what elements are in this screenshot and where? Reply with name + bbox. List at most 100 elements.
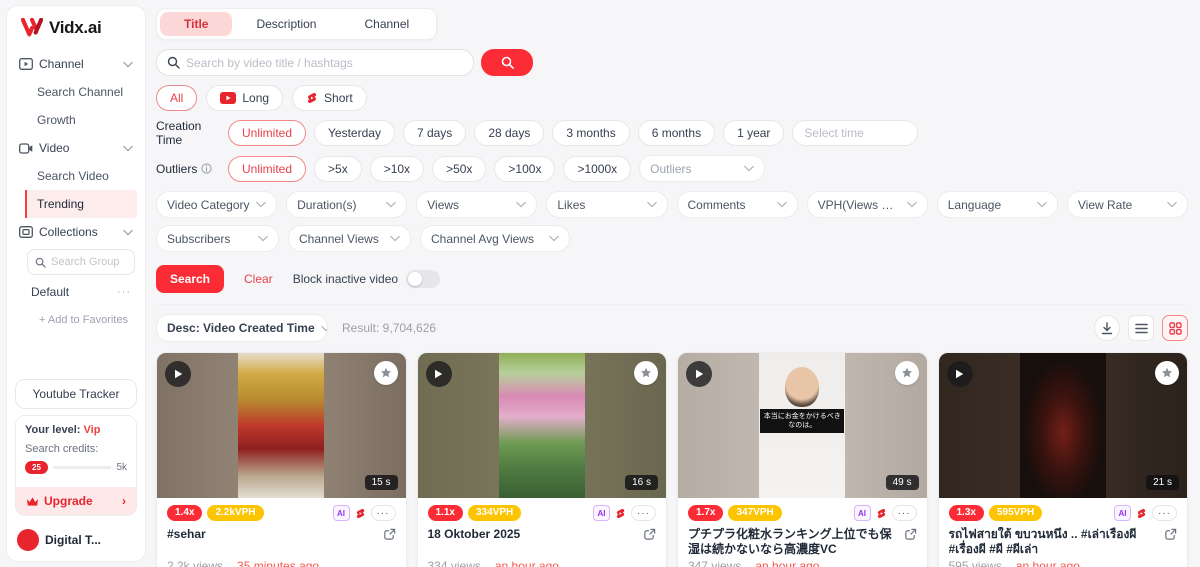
outliers-5x[interactable]: >5x xyxy=(314,155,362,182)
more-icon[interactable]: ··· xyxy=(117,286,131,298)
outliers-unlimited[interactable]: Unlimited xyxy=(228,155,307,182)
more-menu-button[interactable]: ··· xyxy=(1152,505,1177,521)
video-thumbnail[interactable]: 本当にお金をかけるべき なのは。 49 s xyxy=(678,353,927,498)
duration-badge: 21 s xyxy=(1146,475,1179,490)
ai-badge[interactable]: AI xyxy=(853,505,871,521)
sidebar-section-channel[interactable]: Channel xyxy=(15,50,137,78)
creation-time-label: Creation Time xyxy=(156,119,202,147)
outliers-1000x[interactable]: >1000x xyxy=(563,155,632,182)
chevron-down-icon xyxy=(256,201,266,208)
add-to-favorites-button[interactable]: + Add to Favorites xyxy=(25,306,137,326)
creation-time-6months[interactable]: 6 months xyxy=(637,120,716,146)
info-icon[interactable] xyxy=(201,163,212,174)
filter-type-short[interactable]: Short xyxy=(292,85,367,111)
play-button[interactable] xyxy=(165,361,191,387)
filter-views[interactable]: Views xyxy=(416,191,538,218)
chevron-down-icon xyxy=(906,201,917,208)
block-inactive-toggle[interactable] xyxy=(406,270,441,288)
creation-time-yesterday[interactable]: Yesterday xyxy=(314,120,395,146)
video-thumbnail[interactable]: 15 s xyxy=(157,353,406,498)
more-menu-button[interactable]: ··· xyxy=(631,505,656,521)
favorite-star-button[interactable] xyxy=(373,361,398,385)
search-button[interactable]: Search xyxy=(156,265,224,293)
filter-likes[interactable]: Likes xyxy=(546,191,668,218)
account-row[interactable]: Digital T... xyxy=(7,522,145,561)
filter-type-long[interactable]: Long xyxy=(206,85,284,111)
more-menu-button[interactable]: ··· xyxy=(891,505,917,521)
sidebar-item-growth[interactable]: Growth xyxy=(25,106,137,134)
chevron-down-icon xyxy=(386,201,397,208)
tab-channel[interactable]: Channel xyxy=(340,12,433,36)
tab-description[interactable]: Description xyxy=(232,12,340,36)
clear-button[interactable]: Clear xyxy=(244,272,273,286)
external-link-icon[interactable] xyxy=(1164,528,1177,557)
filter-comments[interactable]: Comments xyxy=(676,191,798,218)
search-input[interactable] xyxy=(186,55,463,70)
credits-total: 5k xyxy=(116,462,127,473)
outlier-multiplier-badge: 1.4x xyxy=(167,505,203,521)
view-count: 2.2k views xyxy=(167,559,224,567)
external-link-icon[interactable] xyxy=(643,528,656,557)
select-time-input[interactable] xyxy=(792,120,919,146)
play-button[interactable] xyxy=(946,361,973,387)
creation-time-28days[interactable]: 28 days xyxy=(474,120,545,146)
outlier-multiplier-badge: 1.1x xyxy=(427,505,463,521)
search-group-input[interactable] xyxy=(51,256,131,268)
favorite-star-button[interactable] xyxy=(894,361,919,385)
search-submit-button[interactable] xyxy=(481,49,533,76)
video-title[interactable]: プチプラ化粧水ランキング上位でも保湿は続かないなら高濃度VC xyxy=(688,527,898,557)
filter-channel-avg-views[interactable]: Channel Avg Views xyxy=(420,225,570,252)
filter-duration[interactable]: Duration(s) xyxy=(286,191,408,218)
video-title[interactable]: รถไฟสายใต้ ขบวนหนึ่ง .. #เล่าเรื่องผี #เ… xyxy=(949,527,1159,557)
search-icon xyxy=(35,257,46,268)
video-thumbnail[interactable]: 16 s xyxy=(417,353,666,498)
ai-badge[interactable]: AI xyxy=(1114,505,1131,521)
filter-view-rate[interactable]: View Rate xyxy=(1066,191,1188,218)
video-thumbnail[interactable]: 21 s xyxy=(938,353,1187,498)
creation-time-7days[interactable]: 7 days xyxy=(402,120,467,146)
play-button[interactable] xyxy=(686,361,712,387)
sidebar-item-search-video[interactable]: Search Video xyxy=(25,162,137,190)
brand-name: Vidx.ai xyxy=(49,18,102,37)
play-button[interactable] xyxy=(425,361,452,387)
filter-language[interactable]: Language xyxy=(936,191,1058,218)
video-card: 本当にお金をかけるべき なのは。 49 s 1.7x 347VPH AI ···… xyxy=(677,352,928,567)
youtube-icon xyxy=(220,92,237,104)
video-card: 15 s 1.4x 2.2kVPH AI ··· #sehar 2.2k vie… xyxy=(156,352,407,567)
outliers-10x[interactable]: >10x xyxy=(369,155,425,182)
sidebar-section-video[interactable]: Video xyxy=(15,134,137,162)
grid-view-button[interactable] xyxy=(1162,315,1188,341)
filter-channel-views[interactable]: Channel Views xyxy=(288,225,411,252)
brand-logo[interactable]: Vidx.ai xyxy=(7,6,145,48)
sidebar-section-collections[interactable]: Collections xyxy=(15,218,137,246)
sidebar-item-trending[interactable]: Trending xyxy=(25,190,137,218)
external-link-icon[interactable] xyxy=(904,528,917,557)
external-link-icon[interactable] xyxy=(383,528,396,557)
youtube-tracker-button[interactable]: Youtube Tracker xyxy=(15,379,137,409)
tab-title[interactable]: Title xyxy=(160,12,233,36)
video-title[interactable]: 18 Oktober 2025 xyxy=(428,527,638,557)
creation-time-1year[interactable]: 1 year xyxy=(723,120,785,146)
filter-vph[interactable]: VPH(Views Per Hour)( xyxy=(806,191,928,218)
favorite-star-button[interactable] xyxy=(1155,361,1179,385)
filter-subscribers[interactable]: Subscribers xyxy=(156,225,279,252)
favorite-star-button[interactable] xyxy=(634,361,658,385)
creation-time-3months[interactable]: 3 months xyxy=(552,120,630,146)
search-mode-tabs: Title Description Channel xyxy=(156,8,438,40)
upgrade-button[interactable]: Upgrade › xyxy=(16,487,136,515)
ai-badge[interactable]: AI xyxy=(593,505,610,521)
filter-type-all[interactable]: All xyxy=(156,85,198,111)
outliers-100x[interactable]: >100x xyxy=(494,155,556,182)
creation-time-unlimited[interactable]: Unlimited xyxy=(228,120,307,146)
video-title[interactable]: #sehar xyxy=(167,527,377,557)
ai-badge[interactable]: AI xyxy=(332,505,350,521)
outliers-dropdown[interactable]: Outliers xyxy=(639,155,766,182)
sidebar-item-search-channel[interactable]: Search Channel xyxy=(25,78,137,106)
download-button[interactable] xyxy=(1094,315,1120,341)
outliers-50x[interactable]: >50x xyxy=(432,155,487,182)
collection-item-default[interactable]: Default ··· xyxy=(25,278,137,306)
sort-dropdown[interactable]: Desc: Video Created Time xyxy=(156,314,328,342)
more-menu-button[interactable]: ··· xyxy=(370,505,396,521)
list-view-button[interactable] xyxy=(1128,315,1154,341)
filter-video-category[interactable]: Video Category xyxy=(156,191,278,218)
